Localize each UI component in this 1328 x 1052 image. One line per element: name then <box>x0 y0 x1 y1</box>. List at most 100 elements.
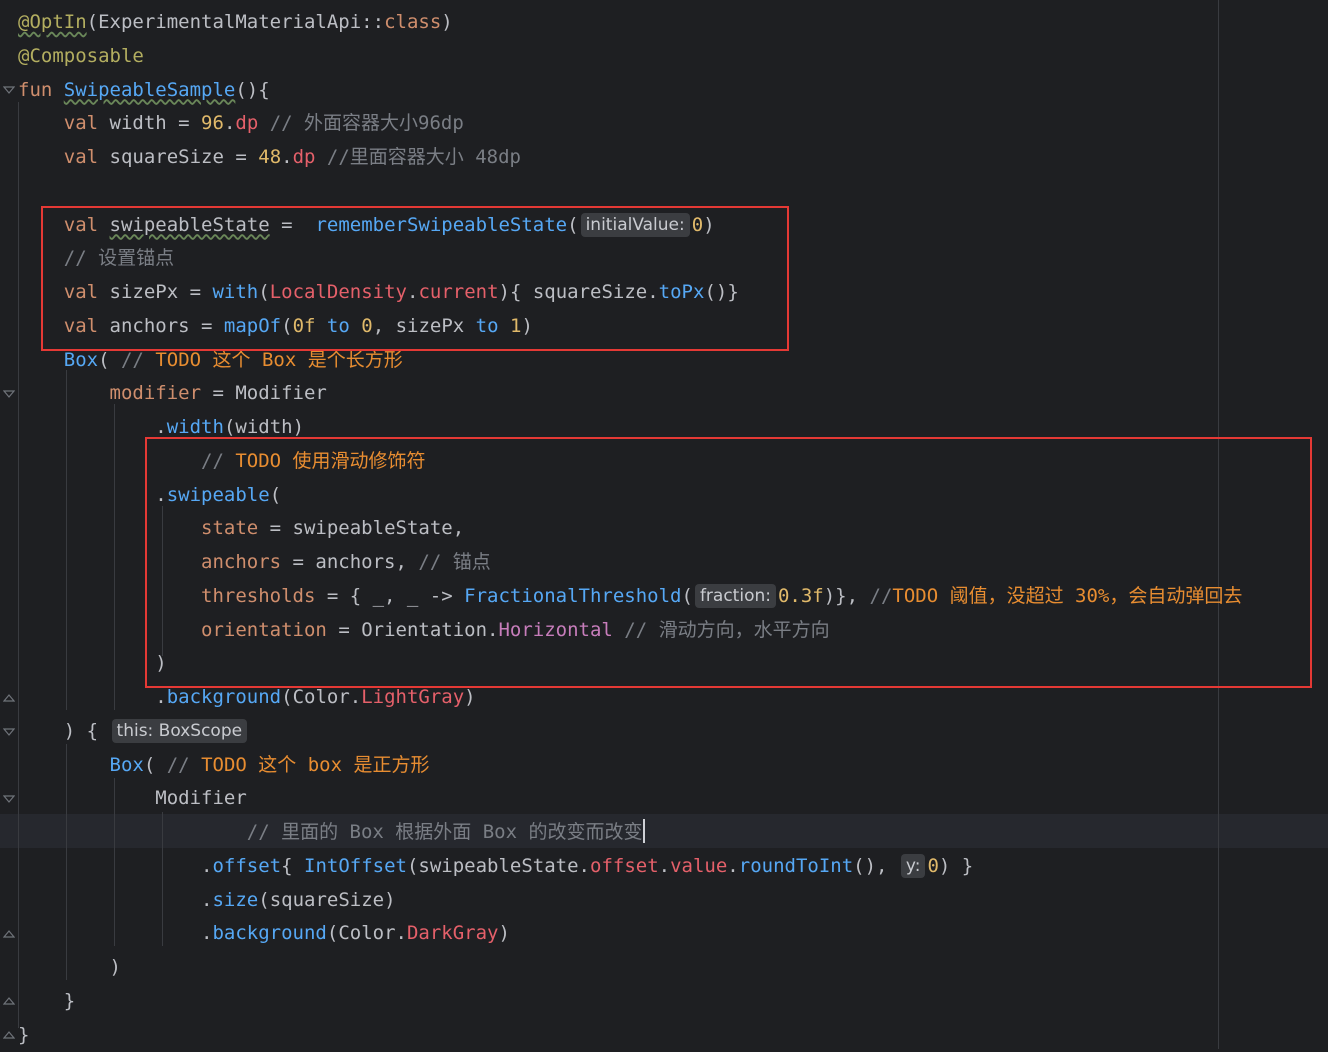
code-token: IntOffset <box>304 854 407 877</box>
fold-icon[interactable] <box>3 928 15 940</box>
code-token: @Composable <box>18 44 144 67</box>
code-token: (ExperimentalMaterialApi:: <box>86 11 385 33</box>
code-token: (squareSize) <box>258 888 396 911</box>
code-token: LightGray <box>361 686 465 708</box>
code-token: 48 <box>258 146 282 168</box>
code-token: dp <box>235 112 259 135</box>
code-token: 96 <box>201 112 224 135</box>
code-token: (swipeableState. <box>406 854 590 877</box>
code-line[interactable]: fun SwipeableSample(){ <box>18 73 270 107</box>
code-token: . <box>155 416 167 438</box>
code-token: // <box>120 348 156 371</box>
code-token: ) <box>464 686 476 708</box>
code-token: // 里面的 Box 根据外面 Box 的改变而改变 <box>246 821 643 843</box>
code-token: ( <box>98 348 121 371</box>
code-token: 0 <box>927 854 939 877</box>
code-token: val <box>63 112 110 135</box>
code-token: (), <box>853 854 899 877</box>
fold-icon[interactable] <box>3 84 15 96</box>
code-line[interactable]: @Composable <box>18 39 144 73</box>
code-token: (Color. <box>281 686 362 708</box>
fold-icon[interactable] <box>3 995 15 1007</box>
code-line[interactable]: Box( // TODO 这个 box 是正方形 <box>18 748 430 782</box>
code-token: background <box>166 686 282 708</box>
code-line[interactable]: modifier = Modifier <box>18 376 327 410</box>
code-line[interactable]: } <box>18 1018 29 1052</box>
code-token: offset <box>590 854 659 877</box>
code-line[interactable]: ) { this: BoxScope <box>18 714 249 748</box>
code-line[interactable]: // 里面的 Box 根据外面 Box 的改变而改变 <box>18 815 645 849</box>
code-line[interactable]: .background(Color.DarkGray) <box>18 916 510 950</box>
code-token: offset <box>212 854 282 877</box>
fold-icon[interactable] <box>3 692 15 704</box>
code-line[interactable]: @OptIn(ExperimentalMaterialApi::class) <box>18 5 453 39</box>
code-token: @OptIn <box>18 11 87 33</box>
code-token: } <box>18 1023 30 1046</box>
code-token: . <box>201 888 213 911</box>
code-token: (width) <box>223 416 305 438</box>
code-token: roundToInt <box>738 854 854 877</box>
code-token: . <box>727 854 739 877</box>
code-token: Modifier <box>155 787 247 810</box>
code-token: background <box>212 922 327 945</box>
fold-icon[interactable] <box>3 388 15 400</box>
parameter-hint: this: BoxScope <box>111 718 248 743</box>
code-token: . <box>155 686 167 708</box>
fold-icon[interactable] <box>3 1029 15 1041</box>
code-token: modifier <box>109 382 202 405</box>
code-token: ) <box>109 956 121 978</box>
code-token: . <box>201 854 213 877</box>
text-caret <box>642 819 645 843</box>
fold-icon[interactable] <box>3 793 15 805</box>
code-editor[interactable]: @OptIn(ExperimentalMaterialApi::class) @C… <box>0 0 1328 1049</box>
code-token: class <box>384 11 442 33</box>
code-line[interactable]: val squareSize = 48.dp //里面容器大小 48dp <box>18 140 521 174</box>
code-token: size <box>212 888 259 911</box>
code-token: // 外面容器大小96dp <box>258 112 464 135</box>
code-token: //里面容器大小 48dp <box>315 146 521 168</box>
code-token: { <box>281 854 305 877</box>
code-token: TODO 这个 Box 是个长方形 <box>155 348 403 371</box>
code-token: width = <box>109 112 202 135</box>
code-line[interactable]: val width = 96.dp // 外面容器大小96dp <box>18 106 464 140</box>
code-token: ) { <box>63 719 110 742</box>
code-token: ) <box>498 922 510 945</box>
code-token: TODO 这个 box 是正方形 <box>201 753 430 776</box>
code-token: } <box>63 989 76 1012</box>
code-token: (Color. <box>326 922 407 945</box>
fold-icon[interactable] <box>3 726 15 738</box>
code-token: SwipeableSample <box>63 78 236 101</box>
code-token: ( <box>143 753 167 776</box>
code-token: (){ <box>235 78 270 101</box>
code-token: . <box>223 112 236 135</box>
code-line[interactable]: Modifier <box>18 781 247 815</box>
code-token: DarkGray <box>406 922 499 945</box>
code-token: fun <box>18 78 64 101</box>
highlight-box-state <box>41 206 789 351</box>
code-token: . <box>281 146 293 168</box>
code-line[interactable]: .size(squareSize) <box>18 883 396 917</box>
code-line[interactable]: ) <box>18 950 121 984</box>
code-line[interactable]: .offset{ IntOffset(swipeableState.offset… <box>18 849 973 883</box>
code-line[interactable]: } <box>18 984 75 1018</box>
code-token: Box <box>109 753 144 776</box>
code-token: Box <box>63 348 99 371</box>
code-token: dp <box>292 146 316 168</box>
code-token: squareSize = <box>109 146 259 168</box>
code-token: // <box>166 753 202 776</box>
code-token: ) <box>441 11 453 33</box>
